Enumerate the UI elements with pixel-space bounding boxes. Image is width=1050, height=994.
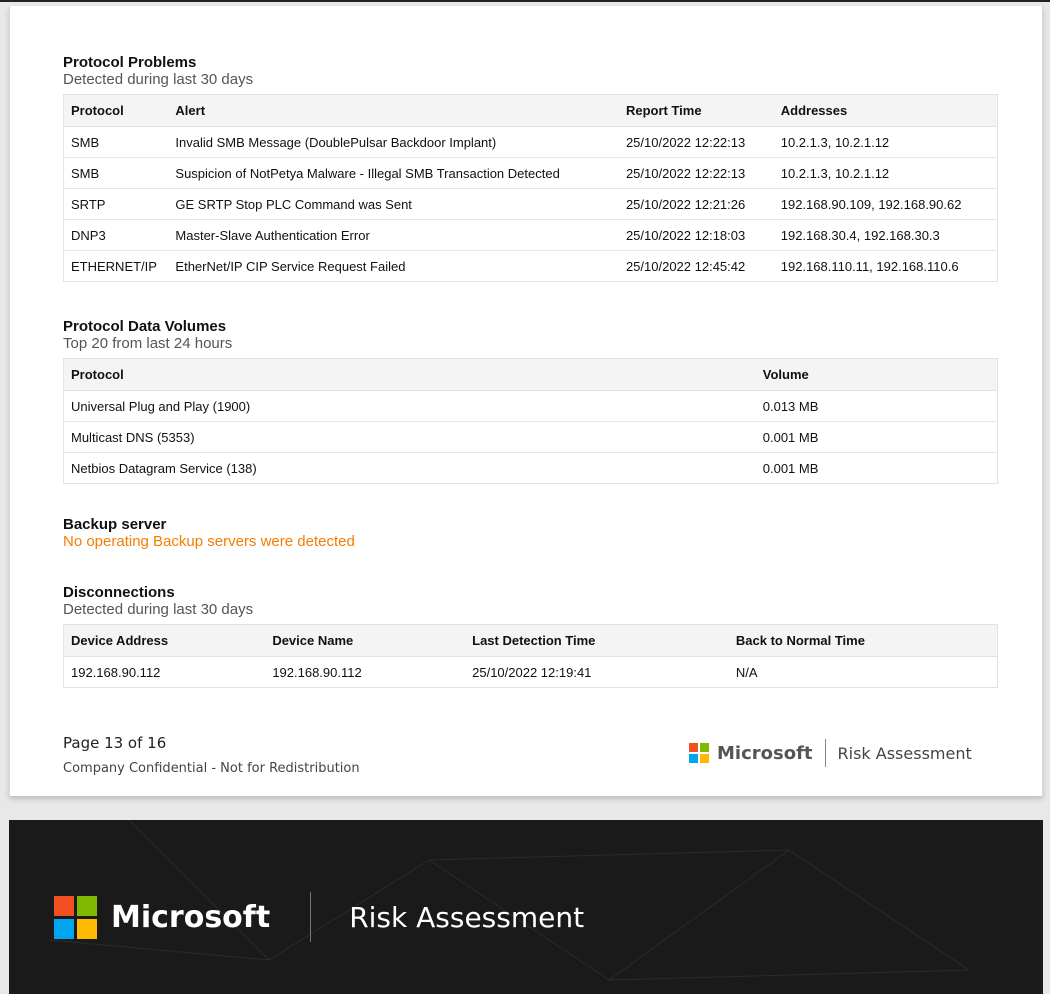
brand-name: Microsoft [717,742,813,764]
column-header: Addresses [773,94,998,127]
table-cell: 25/10/2022 12:22:13 [618,126,774,158]
confidential-notice: Company Confidential - Not for Redistrib… [63,761,360,776]
table-row: DNP3 Master-Slave Authentication Error 2… [63,219,998,251]
table-cell: 192.168.110.11, 192.168.110.6 [773,250,998,282]
section-title: Disconnections [63,584,175,601]
table-cell: 192.168.90.112 [63,656,266,688]
section-subtitle: Detected during last 30 days [63,601,254,618]
column-header: Report Time [618,94,774,127]
logo-square [689,743,698,752]
column-header: Protocol [63,358,756,391]
backup-server-section: Backup server No operating Backup server… [63,516,998,556]
table-cell: Netbios Datagram Service (138) [63,452,756,484]
table-cell: 25/10/2022 12:19:41 [465,656,729,688]
table-cell: N/A [728,656,998,688]
microsoft-logo-icon [689,743,709,763]
backup-warning-message: No operating Backup servers were detecte… [63,533,355,550]
logo-square [689,754,698,763]
section-title: Protocol Data Volumes [63,318,227,335]
table-cell: Universal Plug and Play (1900) [63,390,756,422]
table-cell: 25/10/2022 12:22:13 [618,157,774,189]
table-row: 192.168.90.112 192.168.90.112 25/10/2022… [63,656,998,688]
cover-brand: Microsoft Risk Assessment [54,892,584,942]
table-header-row: Device Address Device Name Last Detectio… [63,624,998,657]
section-subtitle: Top 20 from last 24 hours [63,335,233,352]
table-cell: 25/10/2022 12:21:26 [618,188,774,220]
logo-square [700,743,709,752]
column-header: Protocol [63,94,169,127]
table-row: Multicast DNS (5353) 0.001 MB [63,421,998,453]
logo-square [77,895,97,916]
table-cell: 0.001 MB [755,421,998,453]
table-cell: SRTP [63,188,169,220]
table-cell: 192.168.90.109, 192.168.90.62 [773,188,998,220]
table-cell: 192.168.90.112 [265,656,466,688]
column-header: Back to Normal Time [728,624,998,657]
microsoft-logo-icon [54,895,97,939]
table-cell: ETHERNET/IP [63,250,169,282]
table-row: SRTP GE SRTP Stop PLC Command was Sent 2… [63,188,998,220]
cover-banner: Microsoft Risk Assessment [9,820,1043,994]
logo-square [54,918,74,939]
disconnections-table: Device Address Device Name Last Detectio… [63,624,998,688]
table-cell: 25/10/2022 12:45:42 [618,250,774,282]
table-header-row: Protocol Alert Report Time Addresses [63,94,998,127]
column-header: Device Name [265,624,466,657]
top-border [0,0,1050,2]
table-row: SMB Invalid SMB Message (DoublePulsar Ba… [63,126,998,158]
protocol-data-volumes-section: Protocol Data Volumes Top 20 from last 2… [63,318,998,484]
report-page: Protocol Problems Detected during last 3… [9,6,1043,796]
table-cell: 192.168.30.4, 192.168.30.3 [773,219,998,251]
table-cell: EtherNet/IP CIP Service Request Failed [168,250,619,282]
section-title: Backup server [63,516,167,533]
section-title: Protocol Problems [63,54,197,71]
section-subtitle: Detected during last 30 days [63,71,254,88]
footer-brand: Microsoft Risk Assessment [689,739,972,767]
table-cell: SMB [63,126,169,158]
brand-name: Microsoft [111,899,271,935]
product-name: Risk Assessment [837,743,972,763]
logo-square [700,754,709,763]
column-header: Volume [755,358,998,391]
protocol-data-volumes-table: Protocol Volume Universal Plug and Play … [63,358,998,484]
table-header-row: Protocol Volume [63,358,998,391]
table-row: Universal Plug and Play (1900) 0.013 MB [63,390,998,422]
logo-square [77,918,97,939]
table-cell: Invalid SMB Message (DoublePulsar Backdo… [168,126,619,158]
protocol-problems-table: Protocol Alert Report Time Addresses SMB… [63,94,998,282]
page-footer: Page 13 of 16 Company Confidential - Not… [63,734,360,776]
brand-divider [310,892,312,942]
column-header: Device Address [63,624,266,657]
table-row: Netbios Datagram Service (138) 0.001 MB [63,452,998,484]
table-cell: 0.013 MB [755,390,998,422]
table-cell: SMB [63,157,169,189]
column-header: Last Detection Time [465,624,729,657]
product-name: Risk Assessment [349,900,585,934]
brand-divider [824,739,826,767]
column-header: Alert [168,94,619,127]
table-cell: Multicast DNS (5353) [63,421,756,453]
table-cell: 0.001 MB [755,452,998,484]
table-row: SMB Suspicion of NotPetya Malware - Ille… [63,157,998,189]
table-cell: Suspicion of NotPetya Malware - Illegal … [168,157,619,189]
logo-square [54,895,74,916]
table-cell: GE SRTP Stop PLC Command was Sent [168,188,619,220]
page-number: Page 13 of 16 [63,734,167,752]
table-cell: 10.2.1.3, 10.2.1.12 [773,157,998,189]
table-cell: Master-Slave Authentication Error [168,219,619,251]
table-cell: 25/10/2022 12:18:03 [618,219,774,251]
table-row: ETHERNET/IP EtherNet/IP CIP Service Requ… [63,250,998,282]
table-cell: DNP3 [63,219,169,251]
protocol-problems-section: Protocol Problems Detected during last 3… [63,54,998,282]
table-cell: 10.2.1.3, 10.2.1.12 [773,126,998,158]
disconnections-section: Disconnections Detected during last 30 d… [63,584,998,688]
